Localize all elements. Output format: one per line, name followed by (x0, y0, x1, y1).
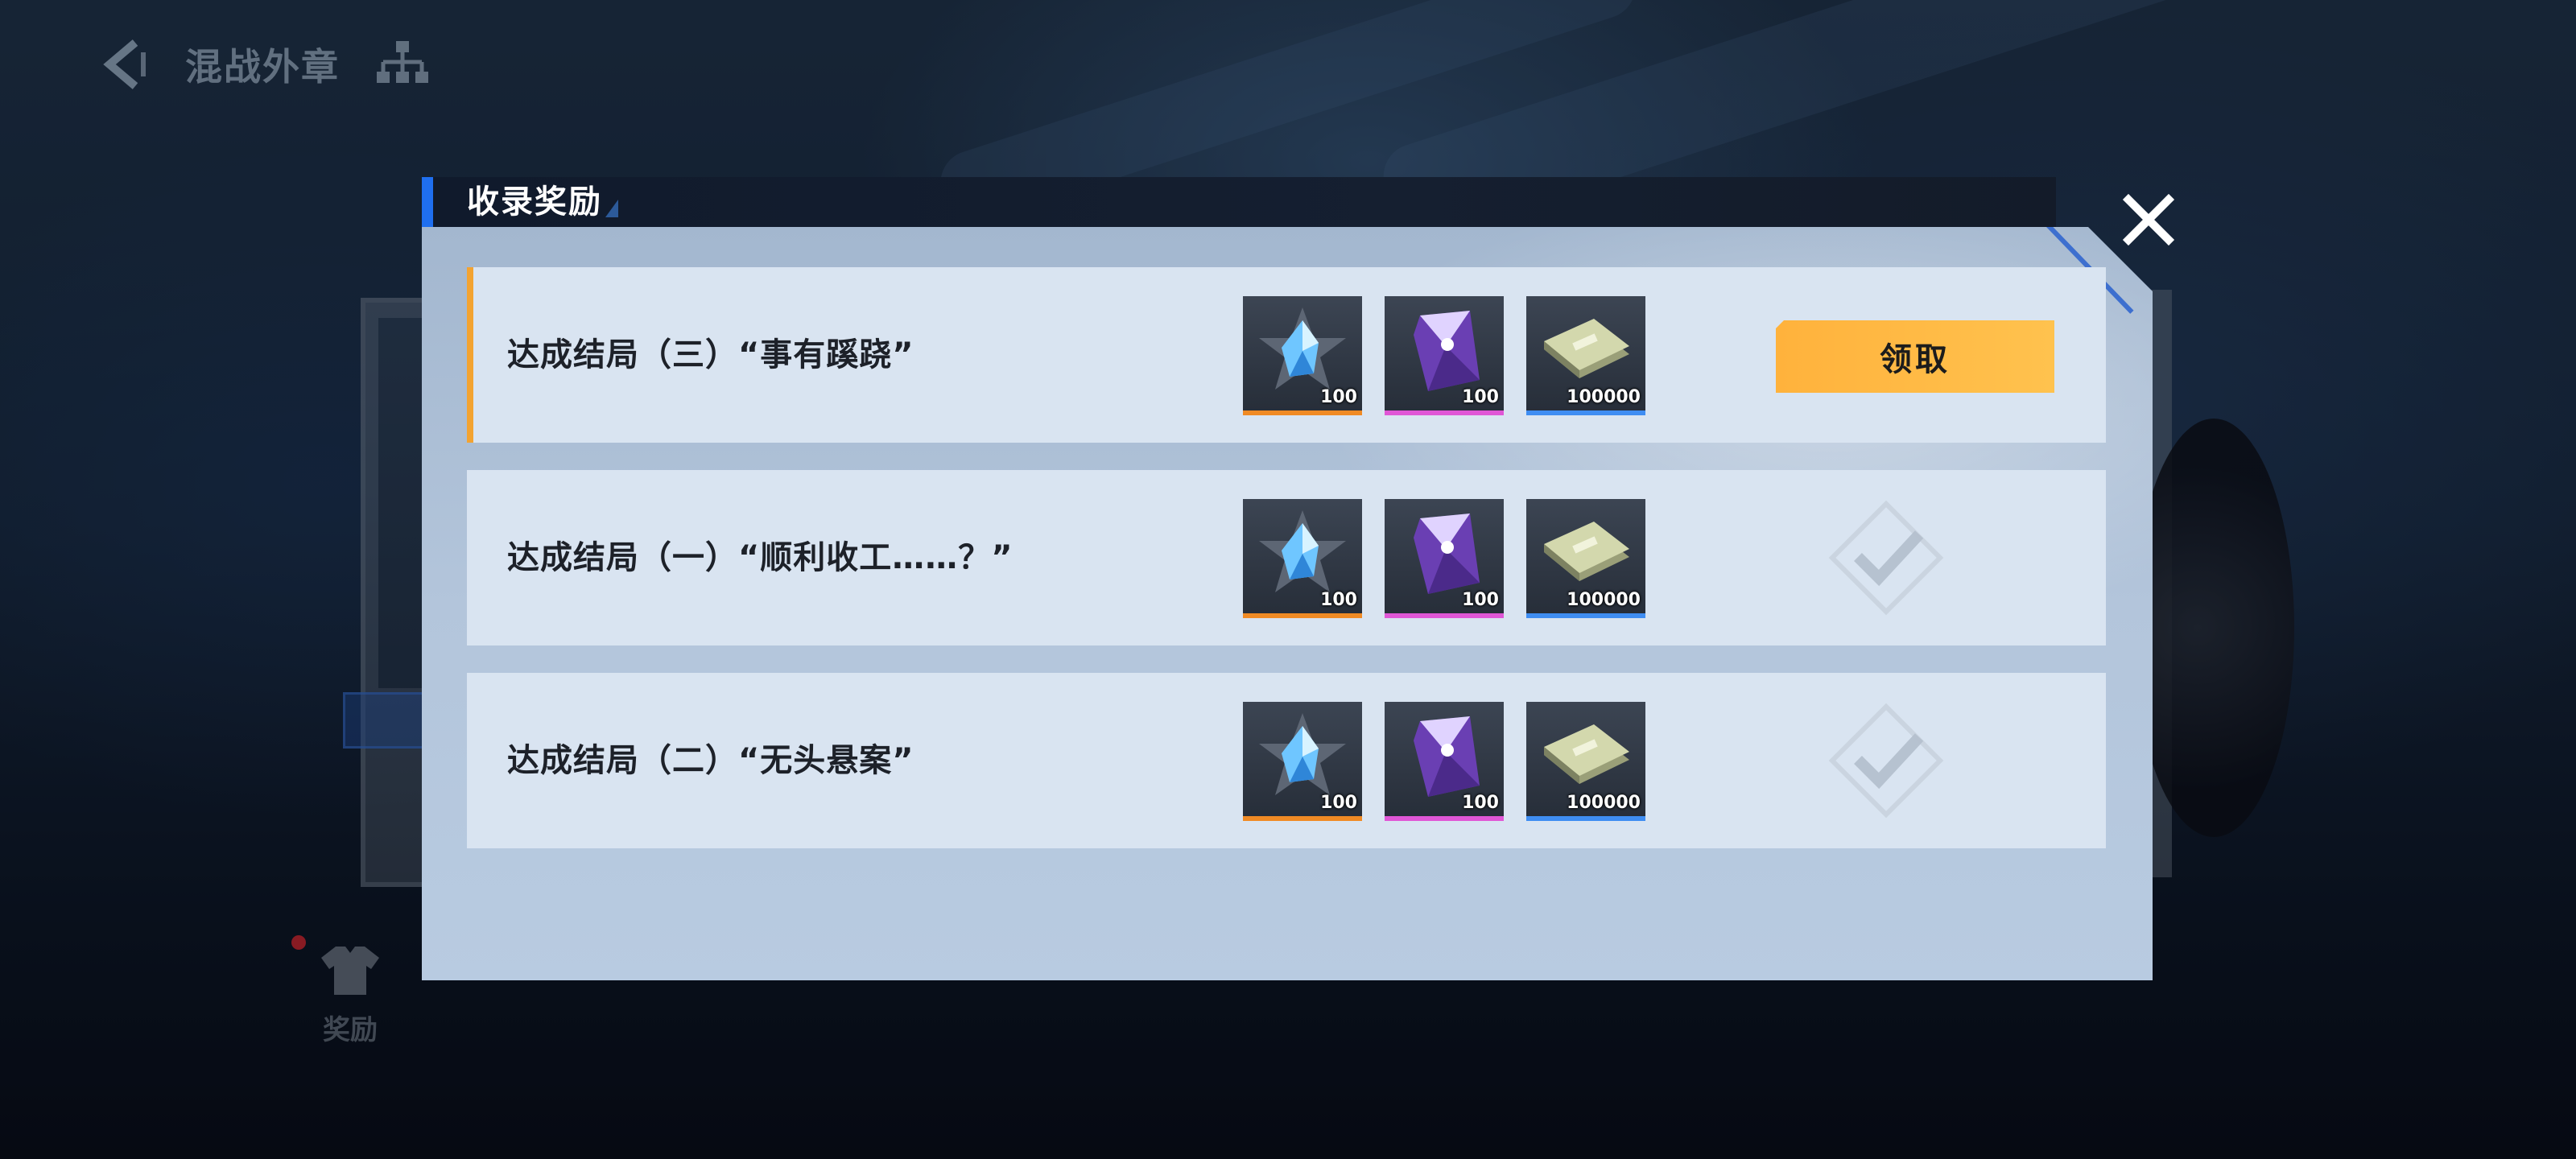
blue-crystal-star-icon (1259, 510, 1346, 592)
claim-button[interactable]: 领取 (1776, 320, 2054, 393)
dialog-title: 收录奖励 (467, 184, 602, 221)
cash-stack-icon (1544, 724, 1629, 784)
item-quantity: 100 (1462, 793, 1499, 813)
claimed-check-icon (1828, 703, 1944, 819)
rarity-bar-pink (1385, 613, 1504, 618)
reward-item[interactable]: 100 (1243, 499, 1362, 618)
purple-prism-icon (1414, 311, 1480, 391)
item-quantity: 100 (1320, 387, 1357, 407)
reward-item[interactable]: 100 (1385, 499, 1504, 618)
collection-rewards-dialog: 收录奖励 达成结局（三）“事有蹊跷” 100 100 100000 领取 达成结… (422, 177, 2175, 980)
reward-items: 100 100 100000 (1243, 296, 1645, 417)
rarity-bar-orange (1243, 816, 1362, 821)
blue-crystal-star-icon (1259, 713, 1346, 795)
reward-item[interactable]: 100000 (1526, 702, 1645, 821)
ending-label: 达成结局（三）“事有蹊跷” (507, 336, 914, 373)
purple-prism-icon (1414, 514, 1480, 594)
reward-row: 达成结局（三）“事有蹊跷” 100 100 100000 领取 (467, 267, 2106, 443)
reward-item[interactable]: 100 (1385, 296, 1504, 415)
reward-item[interactable]: 100 (1243, 296, 1362, 415)
item-quantity: 100000 (1567, 387, 1641, 407)
reward-item[interactable]: 100000 (1526, 499, 1645, 618)
back-icon[interactable] (97, 36, 153, 93)
branch-tree-icon[interactable] (372, 36, 433, 93)
reward-items: 100 100 100000 (1243, 499, 1645, 620)
header-glint (605, 200, 618, 217)
reward-row: 达成结局（一）“顺利收工……？” 100 100 100000 (467, 470, 2106, 645)
rarity-bar-orange (1243, 410, 1362, 415)
claim-button-label: 领取 (1880, 341, 1951, 378)
header-accent-bar (422, 177, 433, 227)
cash-stack-icon (1544, 319, 1629, 378)
ending-label: 达成结局（一）“顺利收工……？” (507, 539, 1013, 576)
item-quantity: 100000 (1567, 793, 1641, 813)
rarity-bar-orange (1243, 613, 1362, 618)
reward-item[interactable]: 100 (1385, 702, 1504, 821)
item-quantity: 100 (1462, 590, 1499, 610)
item-quantity: 100 (1320, 590, 1357, 610)
close-icon (2120, 192, 2177, 251)
ending-label: 达成结局（二）“无头悬案” (507, 742, 914, 779)
page-title: 混战外章 (185, 45, 340, 89)
dialog-header: 收录奖励 (422, 177, 2056, 227)
reward-item[interactable]: 100 (1243, 702, 1362, 821)
top-navigation: 混战外章 (97, 32, 433, 97)
rarity-bar-blue (1526, 410, 1645, 415)
item-quantity: 100 (1320, 793, 1357, 813)
cash-stack-icon (1544, 522, 1629, 581)
claimed-check-icon (1828, 500, 1944, 616)
rarity-bar-pink (1385, 816, 1504, 821)
blue-crystal-star-icon (1259, 307, 1346, 390)
item-quantity: 100 (1462, 387, 1499, 407)
rarity-bar-blue (1526, 816, 1645, 821)
game-screen: 奖励 混战外章 收录奖励 达成结局（三）“事有蹊跷” 100 100 10000… (0, 0, 2576, 1159)
rarity-bar-pink (1385, 410, 1504, 415)
rarity-bar-blue (1526, 613, 1645, 618)
reward-items: 100 100 100000 (1243, 702, 1645, 823)
purple-prism-icon (1414, 716, 1480, 797)
reward-row: 达成结局（二）“无头悬案” 100 100 100000 (467, 673, 2106, 848)
reward-item[interactable]: 100000 (1526, 296, 1645, 415)
close-button[interactable] (2104, 177, 2193, 266)
item-quantity: 100000 (1567, 590, 1641, 610)
